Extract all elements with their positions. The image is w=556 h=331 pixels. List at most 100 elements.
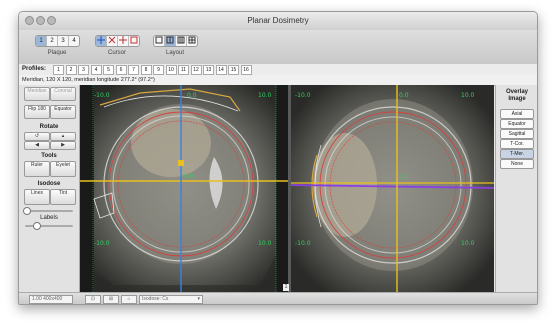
quad-layout-icon[interactable] [187, 36, 197, 46]
overlay-option-t-cor[interactable]: T-Cor. [500, 139, 534, 149]
equatorial-tick-top-left: -10.0 [295, 92, 311, 99]
meridian-image: 0.0 10.0 -10.0 -10.0 0.0 10.0 [80, 85, 288, 292]
profile-button-16[interactable]: 16 [240, 65, 252, 75]
isodose-source-value: Isodose: Cs [142, 296, 169, 302]
profile-button-13[interactable]: 13 [203, 65, 214, 75]
tint-label: Tint [58, 190, 68, 196]
red-grid-cursor-icon[interactable] [129, 36, 139, 46]
profile-button-5[interactable]: 5 [103, 65, 114, 75]
flip-180-label: Flip 180 [28, 106, 46, 112]
rotate-ccw-button[interactable]: ↺ [24, 132, 50, 141]
profile-button-11[interactable]: 11 [178, 65, 189, 75]
overlay-title-line1: Overlay [505, 89, 529, 95]
chevron-down-icon: ▾ [197, 296, 200, 302]
left-tool-panel: Meridian Coronal Flip 180 Equator Rotate… [19, 85, 80, 292]
dual-layout-icon[interactable] [165, 36, 176, 46]
equator-button[interactable]: Equator [50, 105, 76, 119]
planar-dosimetry-window: Planar Dosimetry 1 2 3 4 Plaque Cursor L… [18, 11, 538, 305]
meridian-tick-bottom-right: 10.0 [258, 240, 272, 247]
single-layout-icon[interactable] [154, 36, 165, 46]
profile-button-2[interactable]: 2 [65, 65, 77, 75]
tools-section-label: Tools [41, 153, 57, 159]
profile-button-10[interactable]: 10 [165, 65, 177, 75]
overlay-option-sagittal[interactable]: Sagittal [500, 129, 534, 139]
eyelet-tool-button[interactable]: Eyelet [50, 161, 76, 177]
flip-180-button[interactable]: Flip 180 [24, 105, 50, 119]
profile-button-3[interactable]: 3 [78, 65, 89, 75]
profile-button-8[interactable]: 8 [140, 65, 152, 75]
zoom-out-icon[interactable]: ⊡ [85, 295, 101, 304]
profile-button-4[interactable]: 4 [90, 65, 102, 75]
profile-button-6[interactable]: 6 [115, 65, 127, 75]
cursor-selector [95, 35, 140, 47]
rotate-left-button[interactable]: ◀ [24, 141, 50, 150]
profiles-label: Profiles: [22, 66, 47, 72]
profile-button-1[interactable]: 1 [53, 65, 64, 75]
meridian-tick-top-left: -10.0 [94, 92, 110, 99]
isodose-lines-button[interactable]: Lines [24, 189, 50, 205]
overlay-image-panel: Overlay Image Axial Equator Sagittal T-Cor. T… [495, 85, 537, 292]
meridian-label: Meridian [27, 88, 47, 94]
overlay-image-title: Overlay Image [496, 89, 537, 103]
equatorial-tick-top-center: 0.0 [399, 92, 409, 99]
isodose-tint-button[interactable]: Tint [50, 189, 76, 205]
profile-button-7[interactable]: 7 [128, 65, 139, 75]
red-cursor-icon[interactable] [107, 36, 118, 46]
plaque-button-3[interactable]: 3 [58, 36, 69, 46]
zoom-resolution-field: 1.00 400x400 [29, 295, 73, 304]
zoom-in-icon[interactable]: ⊞ [103, 295, 119, 304]
meridian-view[interactable]: 0.0 10.0 -10.0 -10.0 0.0 10.0 [80, 85, 288, 292]
crosshair-cursor-icon[interactable] [96, 36, 107, 46]
red-arrows-cursor-icon[interactable] [118, 36, 129, 46]
home-icon[interactable]: ⌂ [121, 295, 137, 304]
isodose-source-select[interactable]: Isodose: Cs ▾ [139, 295, 203, 304]
eyelet-label: Eyelet [56, 162, 70, 168]
meridian-tick-top-center: 0.0 [187, 92, 197, 99]
ruler-label: Ruler [31, 162, 43, 168]
profile-button-12[interactable]: 12 [190, 65, 202, 75]
isodose-slider[interactable] [23, 207, 73, 215]
lines-label: Lines [31, 190, 43, 196]
plaque-button-4[interactable]: 4 [69, 36, 79, 46]
equatorial-view[interactable]: 0.0 10.0 -10.0 -10.0 0.0 10.0 [291, 85, 494, 292]
page-marker: 1 [283, 284, 289, 291]
toolbar: 1 2 3 4 Plaque Cursor Layout [19, 30, 537, 65]
equatorial-tick-bottom-right: 10.0 [461, 240, 475, 247]
equatorial-image: 0.0 10.0 -10.0 -10.0 0.0 10.0 [291, 85, 494, 292]
triple-layout-icon[interactable] [176, 36, 187, 46]
equatorial-tick-bottom-left: -10.0 [295, 240, 311, 247]
window-title: Planar Dosimetry [247, 16, 309, 25]
profile-button-9[interactable]: 9 [153, 65, 164, 75]
rotate-right-button[interactable]: ▶ [50, 141, 76, 150]
overlay-title-line2: Image [508, 96, 526, 102]
title-bar: Planar Dosimetry [19, 12, 537, 31]
coronal-view-button[interactable]: Coronal [50, 87, 76, 101]
coronal-label: Coronal [54, 88, 72, 94]
labels-slider[interactable] [25, 222, 73, 230]
profile-button-14[interactable]: 14 [215, 65, 227, 75]
overlay-option-t-mer[interactable]: T-Mer. [500, 149, 534, 159]
rotate-section-label: Rotate [39, 124, 59, 130]
bottom-bar: 1.00 400x400 ⊡ ⊞ ⌂ Isodose: Cs ▾ [19, 292, 537, 304]
overlay-option-axial[interactable]: Axial [500, 109, 534, 119]
labels-slider-knob[interactable] [33, 222, 41, 230]
profile-button-15[interactable]: 15 [228, 65, 239, 75]
plaque-button-1[interactable]: 1 [36, 36, 47, 46]
meridian-view-button[interactable]: Meridian [24, 87, 50, 101]
plaque-selector: 1 2 3 4 [35, 35, 80, 47]
plaque-button-2[interactable]: 2 [47, 36, 58, 46]
isodose-section-label: Isodose [37, 181, 61, 187]
overlay-option-none[interactable]: None [500, 159, 534, 169]
isodose-slider-knob[interactable] [23, 207, 31, 215]
equatorial-tick-top-right: 10.0 [461, 92, 475, 99]
plaque-label: Plaque [47, 50, 67, 56]
ruler-tool-button[interactable]: Ruler [24, 161, 50, 177]
meridian-tick-top-right: 10.0 [258, 92, 272, 99]
overlay-option-equator[interactable]: Equator [500, 119, 534, 129]
rotate-up-button[interactable]: ▴ [50, 132, 76, 141]
equatorial-tick-center: 0.0 [399, 174, 409, 181]
meridian-tick-center: 0.0 [184, 173, 194, 180]
equator-label: Equator [54, 106, 72, 112]
meridian-tick-bottom-left: -10.0 [94, 240, 110, 247]
labels-section-label: Labels [40, 215, 58, 221]
